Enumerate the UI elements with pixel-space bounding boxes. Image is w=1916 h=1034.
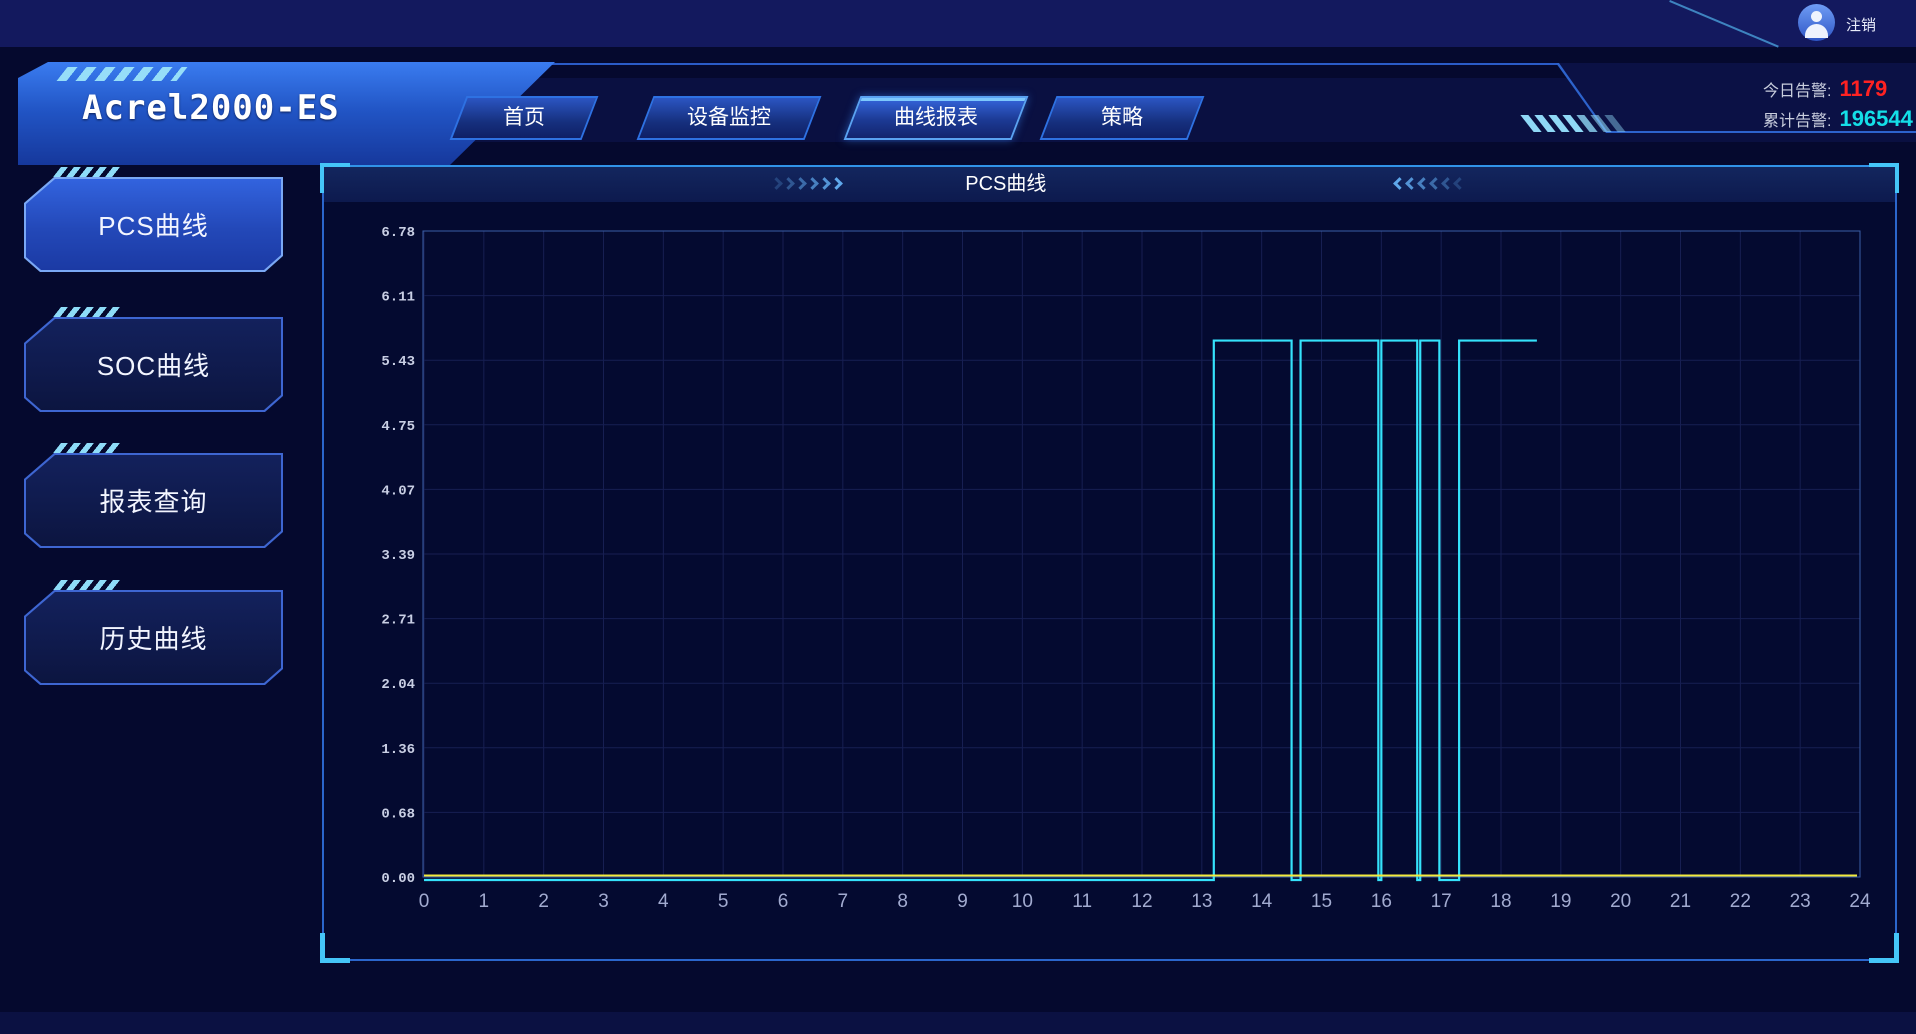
tab-home-label: 首页 [460,98,588,138]
svg-text:0: 0 [419,891,430,912]
svg-text:2: 2 [538,891,549,912]
sidebar-group-report: 报表查询 [24,443,283,548]
svg-text:4.75: 4.75 [381,419,415,435]
svg-text:14: 14 [1251,891,1273,912]
sidebar-group-history: 历史曲线 [24,580,283,685]
total-alarm-row: 累计告警: 196544 [1763,106,1913,132]
svg-text:2.71: 2.71 [381,613,415,629]
svg-text:0.00: 0.00 [381,871,415,887]
chevrons-left-icon [1395,179,1464,188]
sidebar-group-pcs: PCS曲线 [24,167,283,272]
svg-text:4: 4 [658,891,669,912]
tab-device-monitor-label: 设备监控 [647,98,811,138]
tab-curve-report-label: 曲线报表 [854,98,1018,138]
svg-text:6.11: 6.11 [381,290,415,306]
logo-stripes-decoration [57,67,188,81]
panel-titlebar: PCS曲线 [324,167,1895,202]
svg-text:20: 20 [1610,891,1631,912]
svg-text:17: 17 [1431,891,1452,912]
logout-button[interactable]: 注销 [1846,14,1876,35]
tab-device-monitor[interactable]: 设备监控 [637,96,822,140]
svg-text:6: 6 [778,891,789,912]
svg-text:10: 10 [1012,891,1033,912]
sidebar-item-report-query-label: 报表查询 [24,453,283,548]
bottom-strip [0,1012,1916,1034]
total-alarm-label: 累计告警: [1763,113,1831,130]
header-chevron-stripes-decoration [1527,115,1623,132]
topbar: 注销 [0,0,1916,47]
panel-title: PCS曲线 [965,167,1046,202]
tab-strategy-label: 策略 [1050,98,1194,138]
today-alarm-label: 今日告警: [1763,83,1831,100]
svg-text:12: 12 [1131,891,1152,912]
svg-text:11: 11 [1072,891,1092,912]
svg-text:19: 19 [1550,891,1571,912]
svg-text:7: 7 [838,891,849,912]
sidebar-item-history-curve[interactable]: 历史曲线 [24,590,283,685]
chevrons-right-icon [772,179,841,188]
svg-text:15: 15 [1311,891,1332,912]
svg-text:23: 23 [1790,891,1811,912]
app-title: Acrel2000-ES [82,88,340,128]
today-alarm-value: 1179 [1839,76,1887,101]
sidebar-group-soc: SOC曲线 [24,307,283,412]
svg-text:4.07: 4.07 [381,483,415,499]
button-stripes-decoration [53,167,123,177]
svg-text:16: 16 [1371,891,1392,912]
button-stripes-decoration [53,443,123,453]
svg-text:1.36: 1.36 [381,742,415,758]
svg-text:6.78: 6.78 [381,225,415,241]
total-alarm-value: 196544 [1839,106,1912,131]
svg-text:13: 13 [1191,891,1212,912]
svg-text:3: 3 [598,891,609,912]
tab-strategy[interactable]: 策略 [1040,96,1205,140]
sidebar-item-pcs-curve-label: PCS曲线 [24,177,283,272]
pcs-curve-chart: 6.78 6.11 5.43 4.75 4.07 3.39 2.71 2.04 1.36 0.68… [324,167,1895,959]
svg-text:21: 21 [1670,891,1691,912]
button-stripes-decoration [53,307,123,317]
svg-text:9: 9 [957,891,968,912]
svg-text:5: 5 [718,891,729,912]
svg-text:3.39: 3.39 [381,548,415,564]
topbar-diagonal-decoration [1669,0,1779,48]
tab-home[interactable]: 首页 [450,96,599,140]
today-alarm-row: 今日告警: 1179 [1763,76,1887,102]
svg-text:2.04: 2.04 [381,677,415,693]
tab-curve-report[interactable]: 曲线报表 [844,96,1029,140]
sidebar-item-soc-curve[interactable]: SOC曲线 [24,317,283,412]
svg-text:22: 22 [1730,891,1751,912]
user-avatar-icon[interactable] [1798,4,1835,41]
chart-panel: 6.78 6.11 5.43 4.75 4.07 3.39 2.71 2.04 1.36 0.68… [322,165,1897,961]
button-stripes-decoration [53,580,123,590]
sidebar-item-report-query[interactable]: 报表查询 [24,453,283,548]
svg-text:5.43: 5.43 [381,354,415,370]
sidebar-item-soc-curve-label: SOC曲线 [24,317,283,412]
svg-text:18: 18 [1490,891,1511,912]
svg-text:8: 8 [897,891,908,912]
svg-text:1: 1 [479,891,490,912]
sidebar-item-pcs-curve[interactable]: PCS曲线 [24,177,283,272]
sidebar-item-history-curve-label: 历史曲线 [24,590,283,685]
svg-text:0.68: 0.68 [381,806,415,822]
svg-text:24: 24 [1849,891,1871,912]
